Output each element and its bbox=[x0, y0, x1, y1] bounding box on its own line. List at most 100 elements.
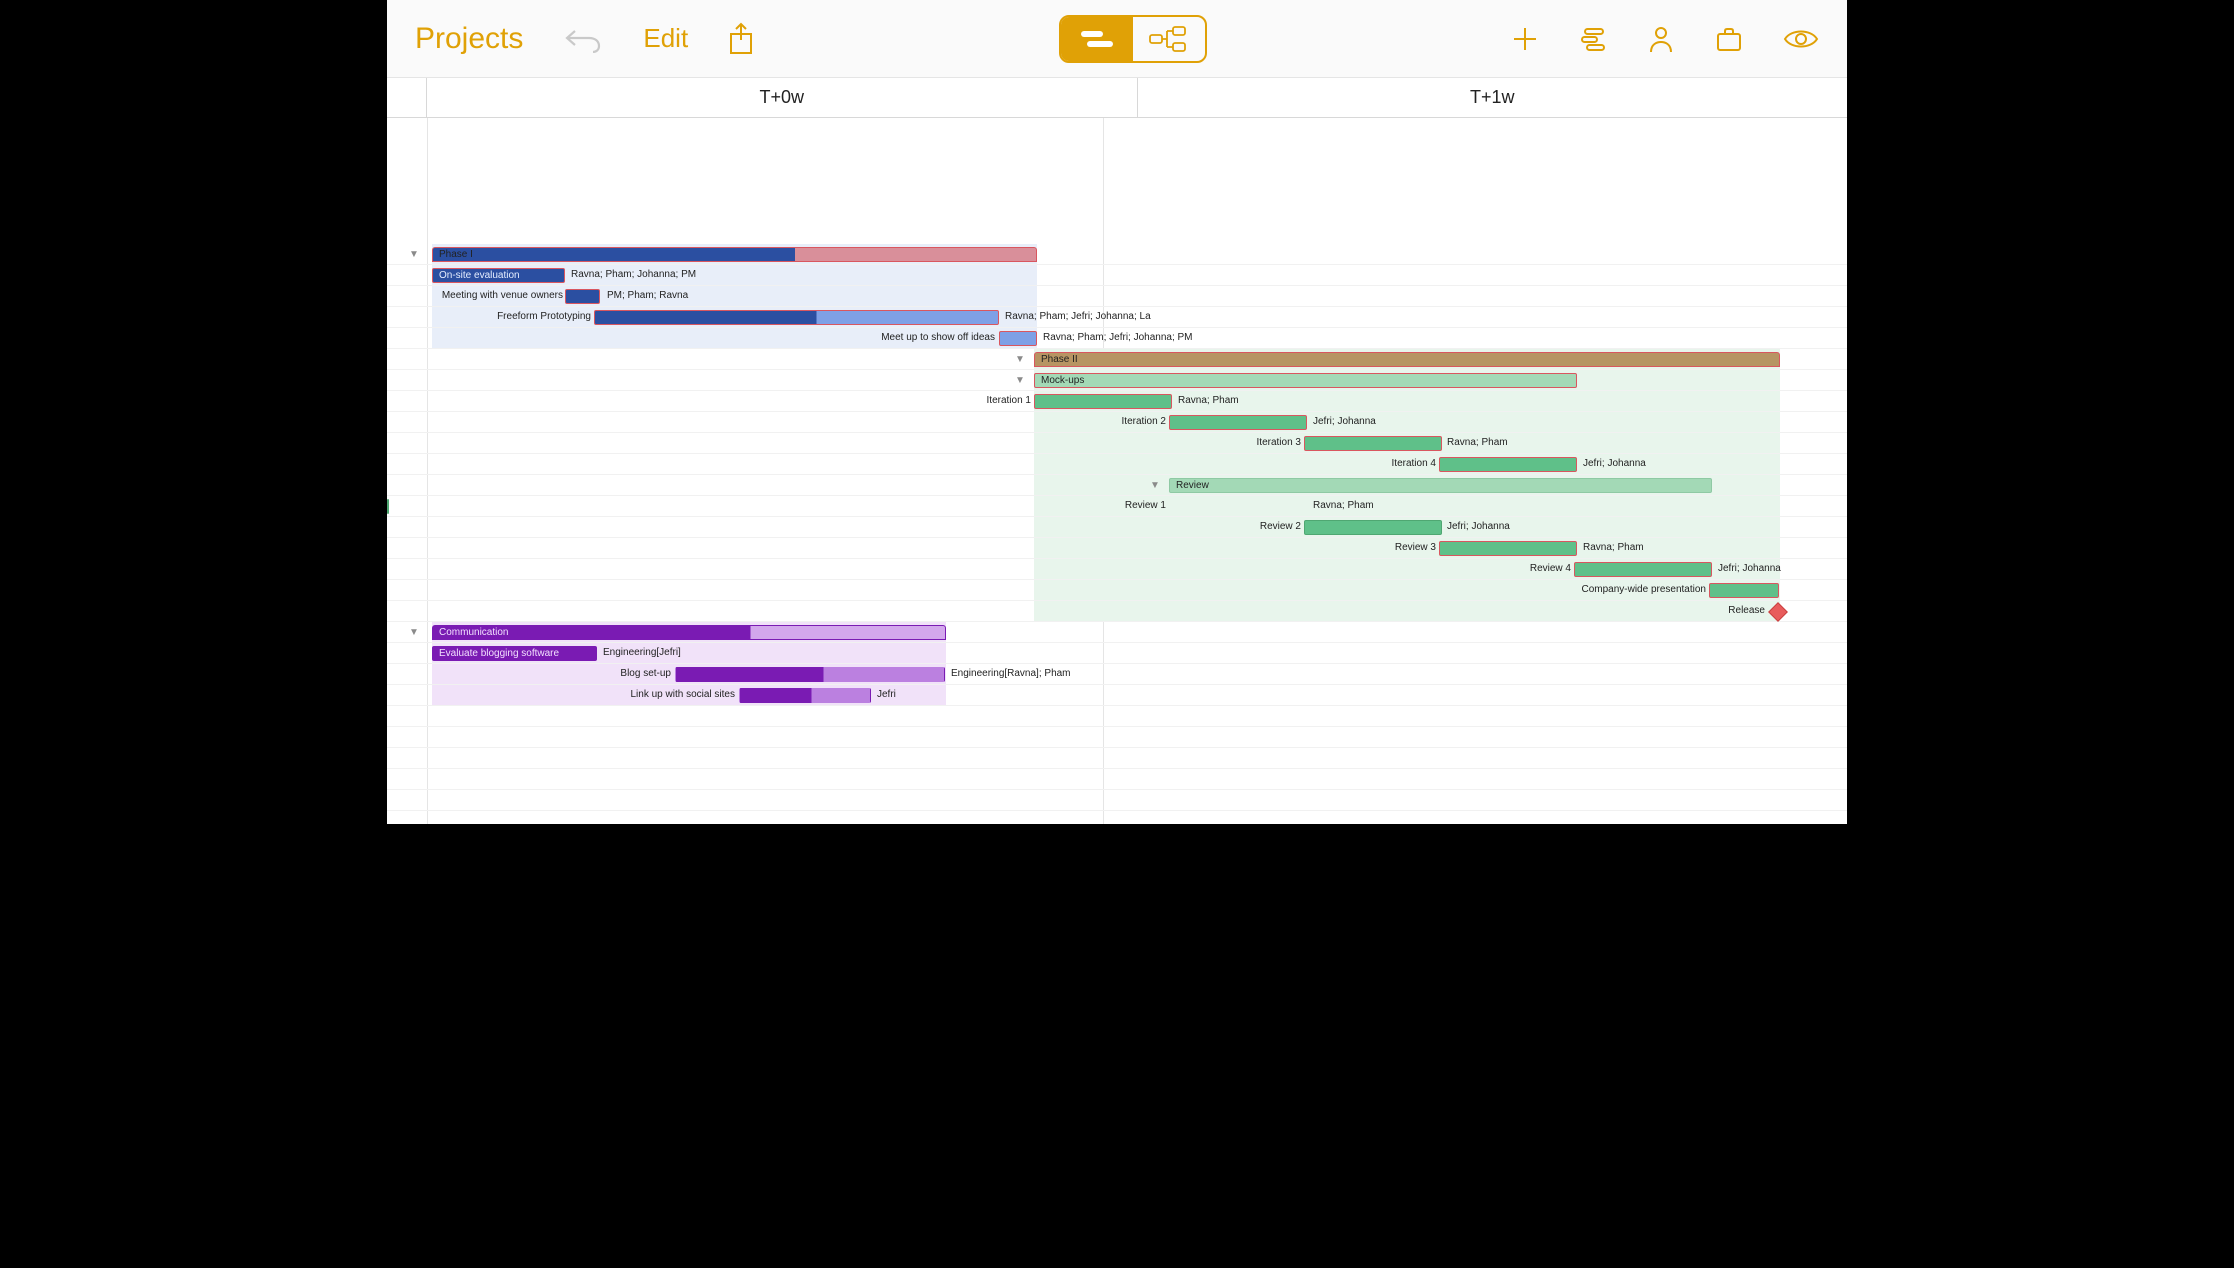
task-bar[interactable] bbox=[387, 499, 389, 514]
assignee-label: Jefri; Johanna bbox=[1313, 416, 1376, 427]
assignee-label: Jefri bbox=[877, 689, 896, 700]
task-row[interactable]: Iteration 3 Ravna; Pham bbox=[387, 433, 1847, 454]
task-bar[interactable] bbox=[1304, 520, 1442, 535]
gantt-rows: ▼ Phase I On-site evaluation Ravna; Pham… bbox=[387, 118, 1847, 824]
briefcase-button[interactable] bbox=[1715, 25, 1743, 53]
assignee-label: Ravna; Pham; Jefri; Johanna; PM bbox=[1043, 332, 1193, 343]
task-row[interactable]: ▼ Phase II bbox=[387, 349, 1847, 370]
group-label: Phase II bbox=[1035, 353, 1779, 366]
task-bar[interactable] bbox=[739, 688, 871, 703]
gantt-chart[interactable]: ▼ Phase I On-site evaluation Ravna; Pham… bbox=[387, 118, 1847, 824]
task-bar[interactable] bbox=[675, 667, 945, 682]
task-label: On-site evaluation bbox=[433, 269, 564, 282]
disclosure-icon[interactable]: ▼ bbox=[1015, 375, 1025, 386]
app-window: Projects Edit bbox=[387, 0, 1847, 824]
task-row[interactable]: ▼ Review bbox=[387, 475, 1847, 496]
group-bar-communication[interactable]: Communication bbox=[432, 625, 946, 640]
task-row[interactable]: ▼ Phase I bbox=[387, 244, 1847, 265]
task-label: Iteration 4 bbox=[1392, 458, 1436, 469]
task-row[interactable]: Evaluate blogging software Engineering[J… bbox=[387, 643, 1847, 664]
task-row[interactable]: Review 3 Ravna; Pham bbox=[387, 538, 1847, 559]
task-bar[interactable] bbox=[1169, 415, 1307, 430]
view-mode-toggle bbox=[1059, 15, 1207, 63]
assignee-label: Jefri; Johanna bbox=[1583, 458, 1646, 469]
task-row[interactable]: Iteration 4 Jefri; Johanna bbox=[387, 454, 1847, 475]
edit-button[interactable]: Edit bbox=[643, 23, 688, 54]
assignee-label: PM; Pham; Ravna bbox=[607, 290, 688, 301]
task-row[interactable]: Release bbox=[387, 601, 1847, 622]
task-row[interactable]: Iteration 2 Jefri; Johanna bbox=[387, 412, 1847, 433]
person-icon bbox=[1647, 25, 1675, 53]
group-label: Communication bbox=[433, 626, 945, 639]
assignee-label: Ravna; Pham bbox=[1313, 500, 1374, 511]
task-row[interactable]: Meeting with venue owners PM; Pham; Ravn… bbox=[387, 286, 1847, 307]
group-bar-phase1[interactable]: Phase I bbox=[432, 247, 1037, 262]
task-row[interactable]: ▼ Communication bbox=[387, 622, 1847, 643]
assignee-label: Jefri; Johanna bbox=[1718, 563, 1781, 574]
network-view-button[interactable] bbox=[1133, 17, 1205, 61]
disclosure-icon[interactable]: ▼ bbox=[409, 627, 419, 638]
disclosure-icon[interactable]: ▼ bbox=[1015, 354, 1025, 365]
milestone-diamond[interactable] bbox=[1768, 602, 1788, 622]
group-label: Mock-ups bbox=[1035, 374, 1576, 387]
group-label: Phase I bbox=[433, 248, 1036, 261]
task-label: Review 1 bbox=[1125, 500, 1166, 511]
timeline-header: T+0w T+1w bbox=[387, 78, 1847, 118]
group-bar-phase2[interactable]: Phase II bbox=[1034, 352, 1780, 367]
share-button[interactable] bbox=[728, 22, 754, 56]
assignee-label: Ravna; Pham; Jefri; Johanna; La bbox=[1005, 311, 1151, 322]
add-button[interactable] bbox=[1511, 25, 1539, 53]
task-bar[interactable] bbox=[565, 289, 600, 304]
task-row[interactable]: Iteration 1 Ravna; Pham bbox=[387, 391, 1847, 412]
task-bar[interactable]: On-site evaluation bbox=[432, 268, 565, 283]
assignee-label: Ravna; Pham bbox=[1178, 395, 1239, 406]
task-row[interactable]: Company-wide presentation bbox=[387, 580, 1847, 601]
undo-button[interactable] bbox=[563, 25, 603, 53]
disclosure-icon[interactable]: ▼ bbox=[409, 249, 419, 260]
task-bar[interactable] bbox=[594, 310, 999, 325]
group-bar-review[interactable]: Review bbox=[1169, 478, 1712, 493]
task-bar[interactable] bbox=[1439, 541, 1577, 556]
sort-button[interactable] bbox=[1579, 25, 1607, 53]
task-bar[interactable] bbox=[1439, 457, 1577, 472]
task-bar[interactable] bbox=[999, 331, 1037, 346]
task-row[interactable]: Link up with social sites Jefri bbox=[387, 685, 1847, 706]
view-options-button[interactable] bbox=[1783, 25, 1819, 53]
eye-icon bbox=[1783, 25, 1819, 53]
group-label: Review bbox=[1170, 479, 1711, 492]
task-label: Review 2 bbox=[1260, 521, 1301, 532]
group-bar-mockups[interactable]: Mock-ups bbox=[1034, 373, 1577, 388]
task-row[interactable]: Review 2 Jefri; Johanna bbox=[387, 517, 1847, 538]
task-row[interactable]: Meet up to show off ideas Ravna; Pham; J… bbox=[387, 328, 1847, 349]
task-bar[interactable] bbox=[1304, 436, 1442, 451]
task-row[interactable]: Review 4 Jefri; Johanna bbox=[387, 559, 1847, 580]
task-bar[interactable] bbox=[1574, 562, 1712, 577]
disclosure-icon[interactable]: ▼ bbox=[1150, 480, 1160, 491]
task-bar[interactable]: Evaluate blogging software bbox=[432, 646, 597, 661]
task-row[interactable]: Blog set-up Engineering[Ravna]; Pham bbox=[387, 664, 1847, 685]
back-button[interactable]: Projects bbox=[415, 22, 523, 56]
task-label: Review 4 bbox=[1530, 563, 1571, 574]
task-row[interactable]: Review 1 Ravna; Pham bbox=[387, 496, 1847, 517]
task-label: Iteration 3 bbox=[1257, 437, 1301, 448]
task-label: Meeting with venue owners bbox=[442, 290, 563, 301]
task-label: Evaluate blogging software bbox=[433, 647, 596, 660]
assignee-label: Jefri; Johanna bbox=[1447, 521, 1510, 532]
undo-icon bbox=[563, 25, 603, 53]
header-gutter bbox=[387, 78, 427, 117]
task-label: Blog set-up bbox=[620, 668, 671, 679]
toolbar: Projects Edit bbox=[387, 0, 1847, 78]
task-bar[interactable] bbox=[1034, 394, 1172, 409]
timeline-column: T+1w bbox=[1138, 78, 1848, 117]
task-label: Company-wide presentation bbox=[1581, 584, 1706, 595]
task-row[interactable]: On-site evaluation Ravna; Pham; Johanna;… bbox=[387, 265, 1847, 286]
assignee-label: Ravna; Pham bbox=[1447, 437, 1508, 448]
task-label: Review 3 bbox=[1395, 542, 1436, 553]
task-row[interactable]: Freeform Prototyping Ravna; Pham; Jefri;… bbox=[387, 307, 1847, 328]
resources-button[interactable] bbox=[1647, 25, 1675, 53]
gantt-view-button[interactable] bbox=[1061, 17, 1133, 61]
task-row[interactable]: ▼ Mock-ups bbox=[387, 370, 1847, 391]
task-label: Meet up to show off ideas bbox=[881, 332, 995, 343]
assignee-label: Engineering[Ravna]; Pham bbox=[951, 668, 1071, 679]
task-bar[interactable] bbox=[1709, 583, 1779, 598]
